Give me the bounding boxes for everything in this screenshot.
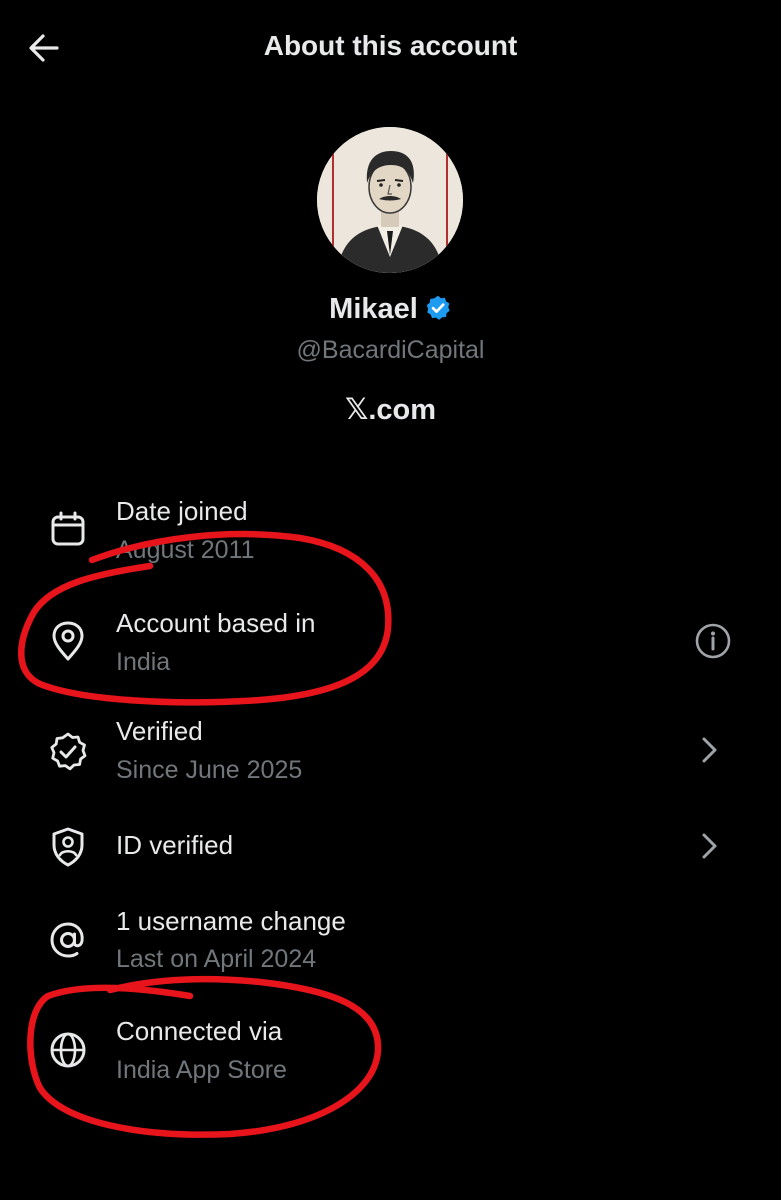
display-name-row: Mikael [0, 293, 781, 326]
row-subtitle: Since June 2025 [116, 756, 303, 784]
calendar-icon [51, 511, 85, 546]
verified-badge-icon [426, 295, 450, 320]
chevron-right-icon [702, 833, 717, 859]
row-subtitle: Last on April 2024 [116, 945, 317, 973]
row-connected-via: Connected via India App Store [0, 1010, 781, 1096]
row-title: ID verified [116, 830, 234, 860]
top-bar: About this account [0, 0, 781, 92]
row-title: 1 username change [116, 906, 346, 936]
chevron-right-icon [702, 737, 717, 763]
row-subtitle: India App Store [116, 1056, 287, 1084]
page-title: About this account [263, 30, 518, 61]
row-verified[interactable]: Verified Since June 2025 [0, 710, 781, 796]
row-subtitle: August 2011 [116, 536, 255, 564]
avatar[interactable] [317, 127, 463, 273]
row-account-based-in: Account based in India [0, 600, 781, 686]
platform-label: 𝕏.com [344, 394, 437, 426]
location-pin-icon [52, 621, 84, 661]
row-id-verified[interactable]: ID verified [0, 820, 781, 880]
row-subtitle: India [116, 648, 171, 676]
display-name: Mikael [329, 293, 418, 325]
row-title: Verified [116, 716, 203, 746]
row-username-change: 1 username change Last on April 2024 [0, 900, 781, 986]
at-sign-icon [50, 922, 84, 958]
avatar-portrait [317, 127, 463, 273]
row-title: Account based in [116, 608, 316, 638]
id-shield-icon [52, 827, 84, 867]
handle: @BacardiCapital [296, 336, 485, 364]
row-date-joined: Date joined August 2011 [0, 490, 781, 576]
globe-icon [50, 1032, 86, 1068]
info-icon[interactable] [693, 621, 733, 661]
row-title: Connected via [116, 1016, 283, 1046]
row-title: Date joined [116, 496, 248, 526]
verified-check-icon [50, 732, 87, 771]
